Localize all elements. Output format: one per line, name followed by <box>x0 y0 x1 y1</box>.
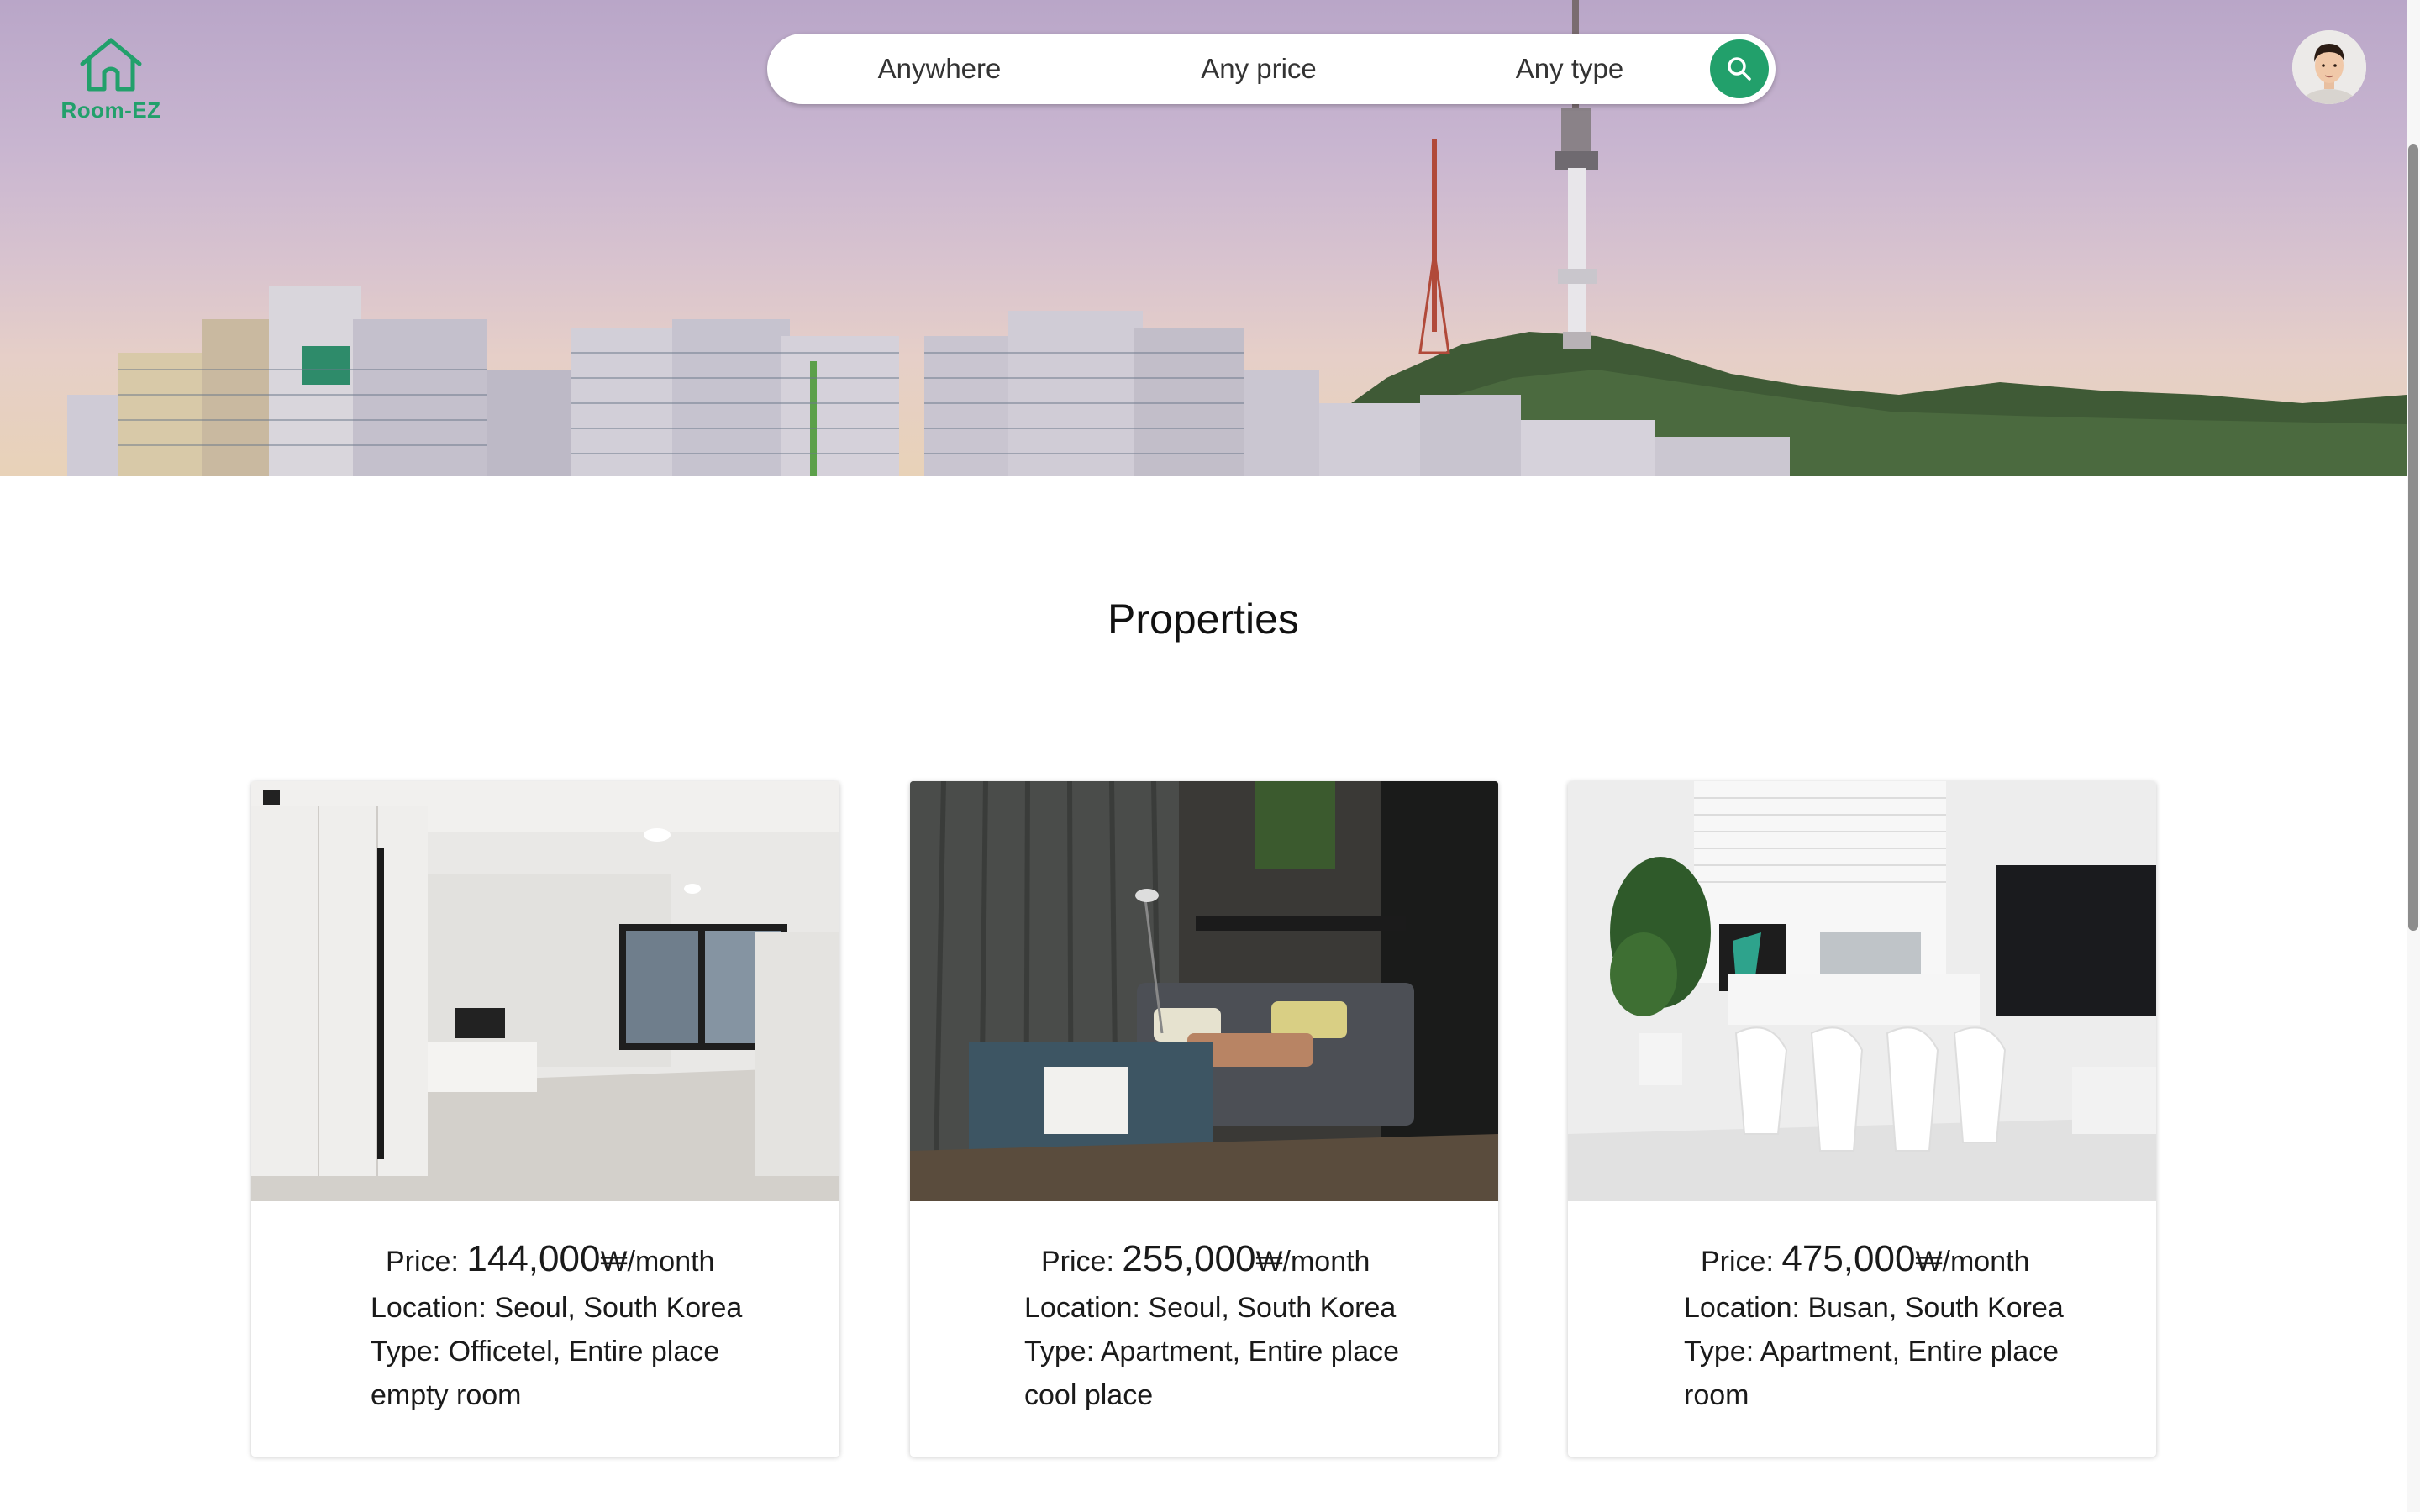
brand-name: Room-EZ <box>60 97 161 123</box>
price-label: Price: <box>386 1246 459 1278</box>
brand-logo[interactable]: Room-EZ <box>54 35 168 126</box>
property-photo <box>1568 781 2156 1201</box>
property-description: empty room <box>371 1379 522 1411</box>
property-type: Type: Officetel, Entire place <box>371 1336 720 1368</box>
property-type: Type: Apartment, Entire place <box>1024 1336 1400 1368</box>
property-description: cool place <box>1024 1379 1154 1411</box>
search-button[interactable] <box>1710 39 1769 98</box>
price-value: 144,000 <box>466 1238 601 1279</box>
property-photo <box>910 781 1498 1201</box>
price-filter[interactable]: Any price <box>1137 34 1381 104</box>
scrollbar-thumb[interactable] <box>2408 144 2418 931</box>
property-type: Type: Apartment, Entire place <box>1684 1336 2060 1368</box>
property-card[interactable]: Price: 144,000₩/month Location: Seoul, S… <box>251 781 839 1457</box>
type-filter[interactable]: Any type <box>1448 34 1691 104</box>
property-details: Price: 255,000₩/month Location: Seoul, S… <box>910 1201 1498 1457</box>
property-location: Location: Seoul, South Korea <box>1024 1292 1397 1324</box>
price-unit: ₩/month <box>1915 1246 2030 1278</box>
price-label: Price: <box>1701 1246 1774 1278</box>
property-details: Price: 475,000₩/month Location: Busan, S… <box>1568 1201 2156 1457</box>
property-details: Price: 144,000₩/month Location: Seoul, S… <box>251 1201 839 1457</box>
property-description: room <box>1684 1379 1749 1411</box>
section-title: Properties <box>1107 596 1299 643</box>
avatar-icon <box>2292 30 2366 104</box>
property-photo <box>251 781 839 1201</box>
property-card[interactable]: Price: 475,000₩/month Location: Busan, S… <box>1568 781 2156 1457</box>
property-location: Location: Seoul, South Korea <box>371 1292 743 1324</box>
search-bar: Anywhere Any price Any type <box>767 34 1776 104</box>
house-icon <box>80 38 142 92</box>
user-avatar[interactable] <box>2292 30 2366 104</box>
property-location: Location: Busan, South Korea <box>1684 1292 2064 1324</box>
property-card[interactable]: Price: 255,000₩/month Location: Seoul, S… <box>910 781 1498 1457</box>
price-unit: ₩/month <box>1255 1246 1370 1278</box>
location-filter[interactable]: Anywhere <box>818 34 1061 104</box>
price-value: 475,000 <box>1781 1238 1916 1279</box>
price-unit: ₩/month <box>600 1246 715 1278</box>
price-label: Price: <box>1041 1246 1114 1278</box>
price-value: 255,000 <box>1122 1238 1256 1279</box>
search-icon <box>1728 57 1751 81</box>
